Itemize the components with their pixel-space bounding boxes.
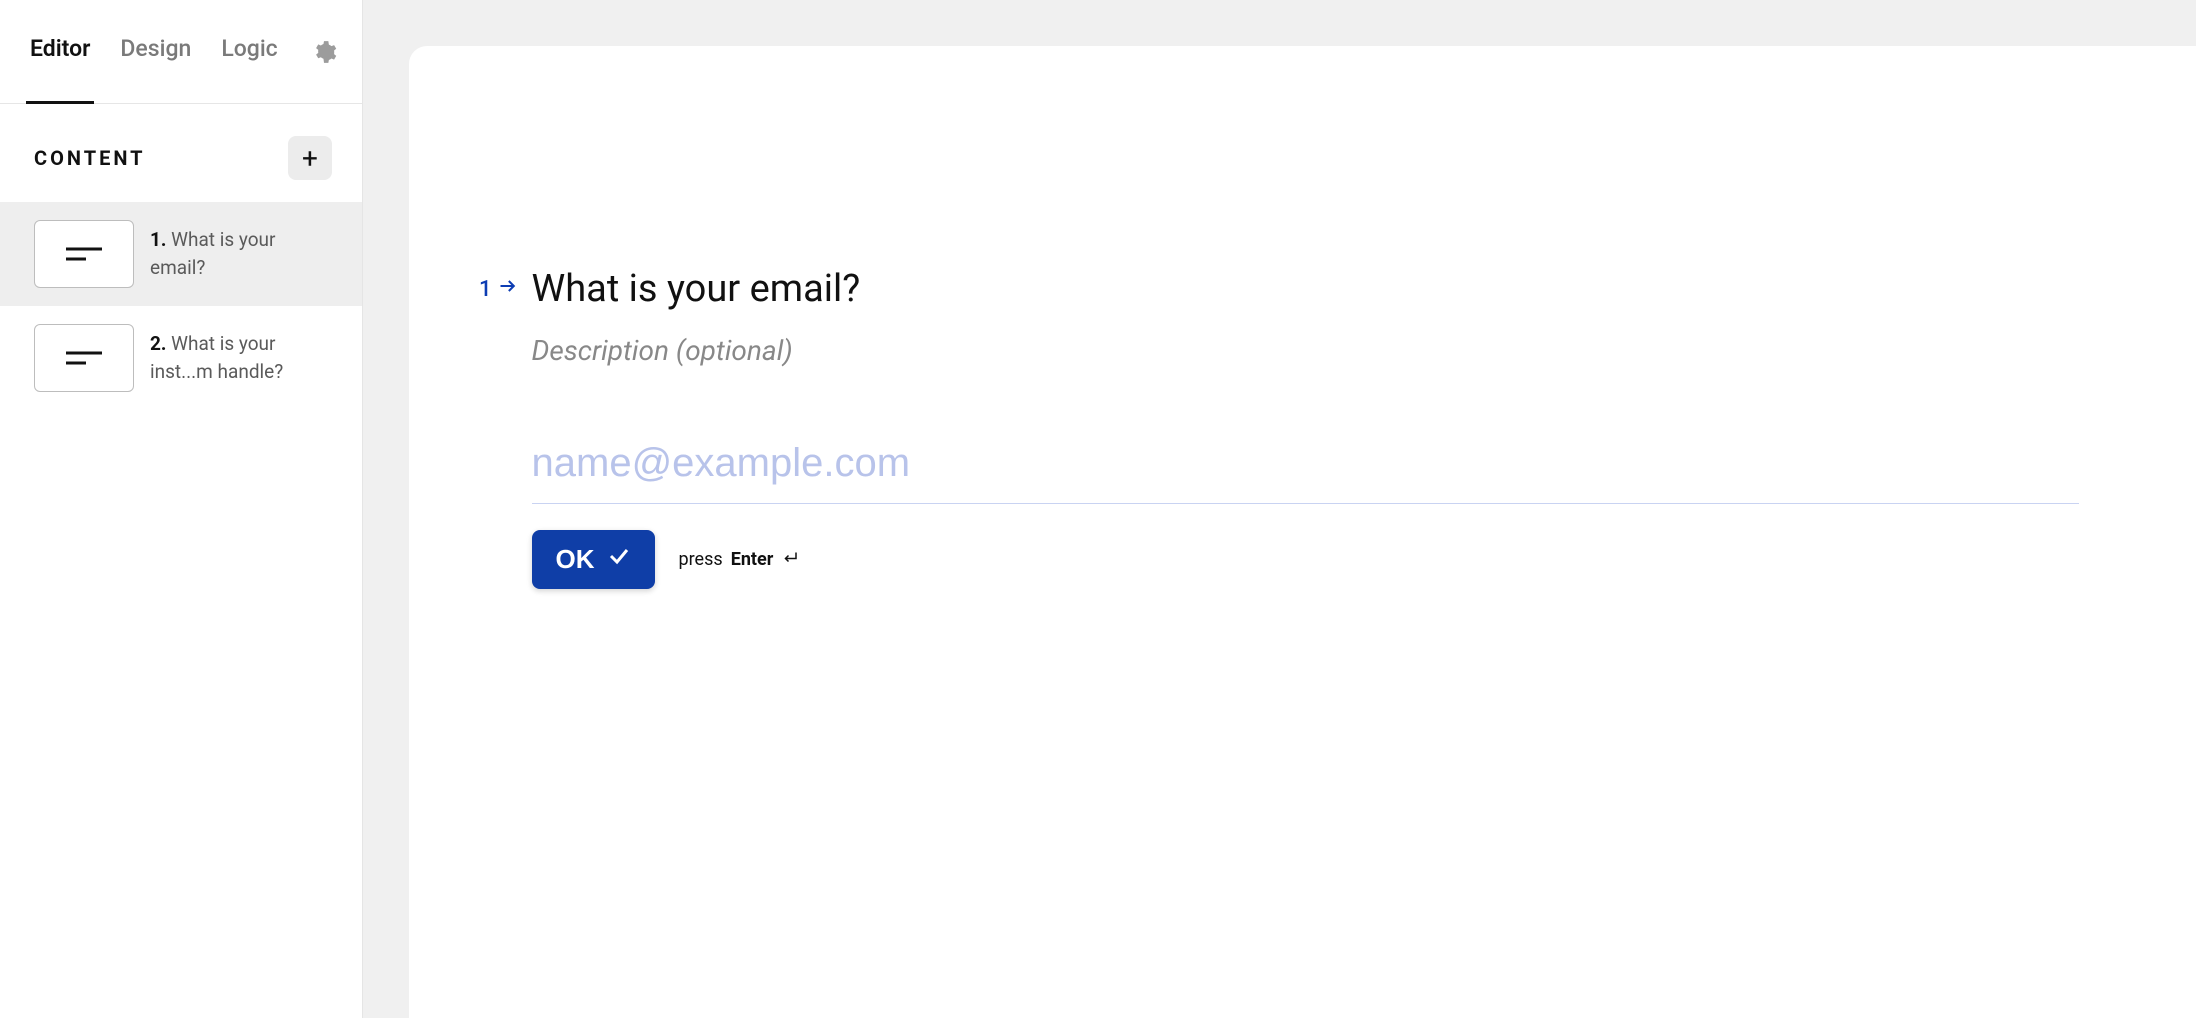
question-number: 1 — [479, 277, 492, 302]
question-label: 2. What is your inst...m handle? — [150, 330, 325, 385]
question-list: 1. What is your email? 2. What is your i… — [0, 202, 362, 410]
editor-main: 1 What is your email? Description (optio… — [363, 0, 2196, 1018]
question-card-1[interactable]: 1. What is your email? — [0, 202, 362, 306]
check-icon — [607, 544, 631, 575]
content-header: CONTENT + — [0, 104, 362, 202]
action-row: OK press Enter — [532, 530, 2079, 589]
sidebar-tabs: Editor Design Logic — [0, 0, 362, 104]
plus-icon: + — [302, 142, 318, 175]
question-block: 1 What is your email? Description (optio… — [479, 266, 2079, 589]
question-card-2[interactable]: 2. What is your inst...m handle? — [0, 306, 362, 410]
enter-key-icon — [781, 548, 799, 571]
sidebar: Editor Design Logic CONTENT + 1. What is… — [0, 0, 363, 1018]
question-number-marker: 1 — [479, 266, 518, 302]
email-input[interactable] — [532, 431, 2079, 504]
question-thumb-icon — [34, 220, 134, 288]
ok-button-label: OK — [556, 544, 595, 575]
tab-editor[interactable]: Editor — [30, 0, 90, 103]
question-label: 1. What is your email? — [150, 226, 325, 281]
gear-icon[interactable] — [308, 32, 340, 72]
tab-logic[interactable]: Logic — [221, 0, 277, 103]
tab-design[interactable]: Design — [120, 0, 191, 103]
ok-button[interactable]: OK — [532, 530, 655, 589]
content-header-label: CONTENT — [34, 146, 146, 170]
arrow-right-icon — [498, 276, 518, 302]
question-title-input[interactable]: What is your email? — [532, 266, 2079, 314]
keyboard-hint: press Enter — [679, 548, 800, 571]
question-description-input[interactable]: Description (optional) — [532, 334, 2079, 367]
question-canvas: 1 What is your email? Description (optio… — [409, 46, 2196, 1018]
add-question-button[interactable]: + — [288, 136, 332, 180]
question-thumb-icon — [34, 324, 134, 392]
